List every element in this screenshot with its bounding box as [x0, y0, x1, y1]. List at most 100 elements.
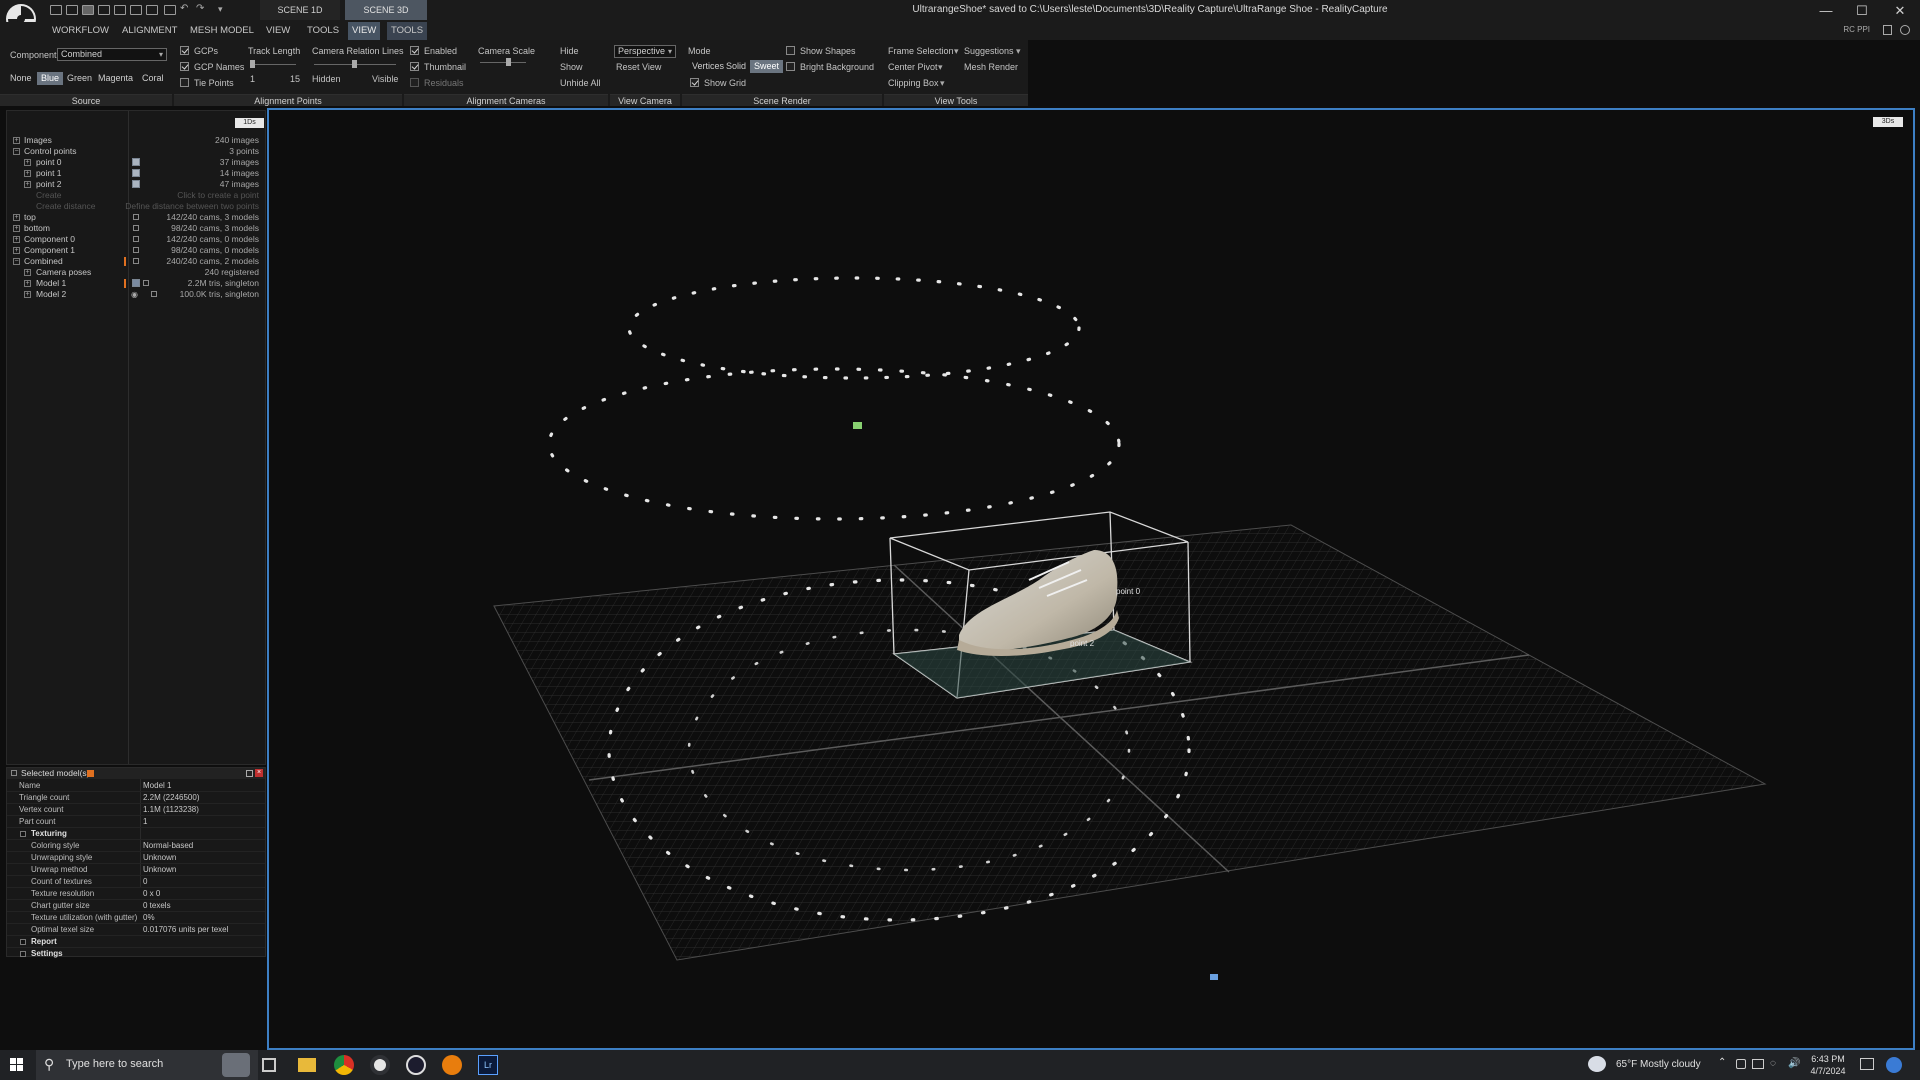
enabled-checkbox[interactable]: [410, 46, 419, 55]
lightroom-icon[interactable]: Lr: [478, 1055, 498, 1075]
component-icon[interactable]: [133, 258, 139, 264]
tree-row-point-2[interactable]: + point 2 47 images: [7, 179, 265, 190]
component-icon[interactable]: [133, 214, 139, 220]
projection-select[interactable]: Perspective: [614, 45, 676, 58]
copilot-icon[interactable]: [1886, 1057, 1902, 1073]
residuals-checkbox[interactable]: [410, 78, 419, 87]
eye-icon[interactable]: ◉: [131, 289, 138, 300]
task-view-icon[interactable]: [262, 1058, 276, 1072]
bright-background-checkbox[interactable]: [786, 62, 795, 71]
tree-row-create-distance[interactable]: Create distance Define distance between …: [7, 201, 265, 212]
camera-scale-slider[interactable]: [480, 58, 526, 66]
tree-row-point-0[interactable]: + point 0 37 images: [7, 157, 265, 168]
menu-workflow[interactable]: WORKFLOW: [48, 22, 113, 40]
component-icon[interactable]: [133, 225, 139, 231]
mode-solid-button[interactable]: Solid: [722, 60, 750, 73]
menu-view-scene[interactable]: VIEW: [348, 22, 380, 40]
menu-alignment[interactable]: ALIGNMENT: [118, 22, 181, 40]
menu-tools-scene[interactable]: TOOLS: [387, 22, 428, 40]
model-icon[interactable]: [143, 280, 149, 286]
mode-sweet-button[interactable]: Sweet: [750, 60, 784, 73]
tree-row-component-1[interactable]: + Component 1 98/240 cams, 0 models: [7, 245, 265, 256]
component-icon[interactable]: [133, 236, 139, 242]
weather-text[interactable]: 65°F Mostly cloudy: [1616, 1059, 1701, 1070]
color-coral-button[interactable]: Coral: [138, 72, 168, 85]
property-row[interactable]: Texture resolution 0 x 0: [7, 888, 265, 900]
close-button[interactable]: ✕: [1880, 2, 1920, 20]
taskbar-search[interactable]: ⚲ Type here to search: [36, 1050, 258, 1080]
collapse-icon[interactable]: −: [13, 258, 20, 265]
property-section-settings[interactable]: Settings: [7, 948, 265, 960]
3d-viewport[interactable]: 3Ds point 0 point 2: [267, 108, 1915, 1050]
center-pivot-button[interactable]: Center Pivot: [888, 62, 938, 72]
tree-row-images[interactable]: + Images 240 images: [7, 135, 265, 146]
selected-camera-icon[interactable]: [853, 422, 862, 429]
hide-button[interactable]: Hide: [560, 46, 579, 56]
color-none-button[interactable]: None: [6, 72, 36, 85]
expand-icon[interactable]: [20, 939, 26, 945]
model-icon[interactable]: [151, 291, 157, 297]
property-row[interactable]: Unwrap method Unknown: [7, 864, 265, 876]
expand-icon[interactable]: +: [24, 159, 31, 166]
frame-selection-button[interactable]: Frame Selection: [888, 46, 954, 56]
wifi-icon[interactable]: ◌: [1770, 1058, 1776, 1069]
start-icon[interactable]: [10, 1058, 24, 1072]
unhide-all-button[interactable]: Unhide All: [560, 78, 601, 88]
menu-mesh-model[interactable]: MESH MODEL: [186, 22, 258, 40]
show-shapes-checkbox[interactable]: [786, 46, 795, 55]
show-grid-checkbox[interactable]: [690, 78, 699, 87]
clipping-box-dropdown-icon[interactable]: ▾: [940, 78, 945, 89]
tree-row-point-1[interactable]: + point 1 14 images: [7, 168, 265, 179]
menu-view[interactable]: VIEW: [262, 22, 294, 40]
tree-row-model-2[interactable]: + Model 2 ◉ 100.0K tris, singleton: [7, 289, 265, 300]
close-panel-icon[interactable]: ×: [255, 769, 263, 777]
tree-row-component-0[interactable]: + Component 0 142/240 cams, 0 models: [7, 234, 265, 245]
tree-row-camera-poses[interactable]: + Camera poses 240 registered: [7, 267, 265, 278]
menu-tools[interactable]: TOOLS: [303, 22, 343, 40]
point-2-checkbox[interactable]: [132, 180, 140, 188]
expand-icon[interactable]: +: [24, 291, 31, 298]
track-length-slider[interactable]: [250, 60, 296, 68]
property-row[interactable]: Unwrapping style Unknown: [7, 852, 265, 864]
minimize-button[interactable]: —: [1806, 2, 1846, 20]
expand-icon[interactable]: +: [13, 214, 20, 221]
point-0-checkbox[interactable]: [132, 158, 140, 166]
clipping-box-button[interactable]: Clipping Box: [888, 78, 939, 88]
component-icon[interactable]: [133, 247, 139, 253]
color-blue-button[interactable]: Blue: [37, 72, 64, 85]
expand-icon[interactable]: +: [24, 170, 31, 177]
color-green-button[interactable]: Green: [63, 72, 96, 85]
frame-selection-dropdown-icon[interactable]: ▾: [954, 46, 959, 57]
tree-row-model-1[interactable]: + Model 1 2.2M tris, singleton: [7, 278, 265, 289]
expand-icon[interactable]: +: [13, 137, 20, 144]
tray-display-icon[interactable]: [1752, 1059, 1764, 1069]
reset-view-button[interactable]: Reset View: [616, 62, 661, 72]
expand-icon[interactable]: +: [13, 247, 20, 254]
collapse-icon[interactable]: [11, 770, 17, 776]
property-row[interactable]: Name Model 1: [7, 780, 265, 792]
property-row[interactable]: Optimal texel size 0.017076 units per tex…: [7, 924, 265, 936]
color-magenta-button[interactable]: Magenta: [94, 72, 137, 85]
collapse-icon[interactable]: [20, 831, 26, 837]
gcps-checkbox[interactable]: [180, 46, 189, 55]
suggestions-dropdown-icon[interactable]: ▾: [1016, 46, 1021, 57]
property-row[interactable]: Chart gutter size 0 texels: [7, 900, 265, 912]
property-row[interactable]: Part count 1: [7, 816, 265, 828]
tree-row-top[interactable]: + top 142/240 cams, 3 models: [7, 212, 265, 223]
mesh-render-button[interactable]: Mesh Render: [964, 62, 1018, 72]
volume-icon[interactable]: 🔊: [1788, 1058, 1800, 1069]
center-pivot-dropdown-icon[interactable]: ▾: [938, 62, 943, 73]
expand-icon[interactable]: +: [13, 225, 20, 232]
expand-icon[interactable]: [20, 951, 26, 957]
taskbar-clock[interactable]: 6:43 PM 4/7/2024: [1808, 1053, 1848, 1077]
tree-row-create[interactable]: Create Click to create a point: [7, 190, 265, 201]
property-section-report[interactable]: Report: [7, 936, 265, 948]
document-icon[interactable]: [1883, 25, 1892, 35]
tie-points-checkbox[interactable]: [180, 78, 189, 87]
tree-row-bottom[interactable]: + bottom 98/240 cams, 3 models: [7, 223, 265, 234]
relation-lines-slider[interactable]: [314, 60, 396, 68]
selected-camera-icon[interactable]: [1210, 974, 1218, 980]
property-row[interactable]: Count of textures 0: [7, 876, 265, 888]
property-row[interactable]: Texture utilization (with gutter) 0%: [7, 912, 265, 924]
property-row[interactable]: Triangle count 2.2M (2246500): [7, 792, 265, 804]
